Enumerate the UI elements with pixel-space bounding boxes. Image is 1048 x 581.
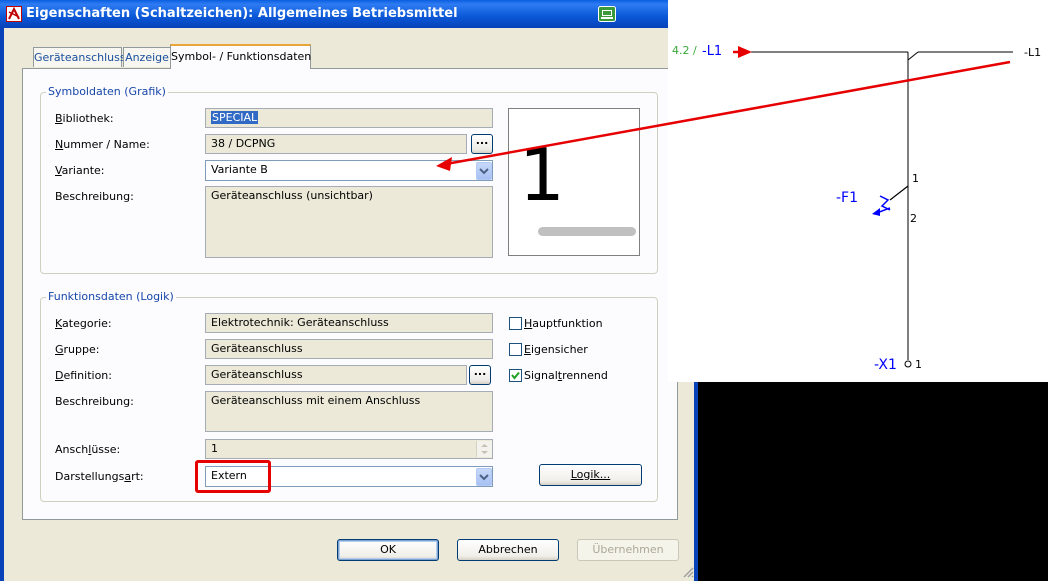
net-arrow-head bbox=[738, 46, 752, 58]
annotation-arrow-line bbox=[445, 60, 1011, 166]
tab-symbol-funktionsdaten[interactable]: Symbol- / Funktionsdaten bbox=[170, 44, 311, 69]
annotation-overlay bbox=[436, 46, 1011, 171]
annotation-arrow-head bbox=[436, 157, 452, 171]
